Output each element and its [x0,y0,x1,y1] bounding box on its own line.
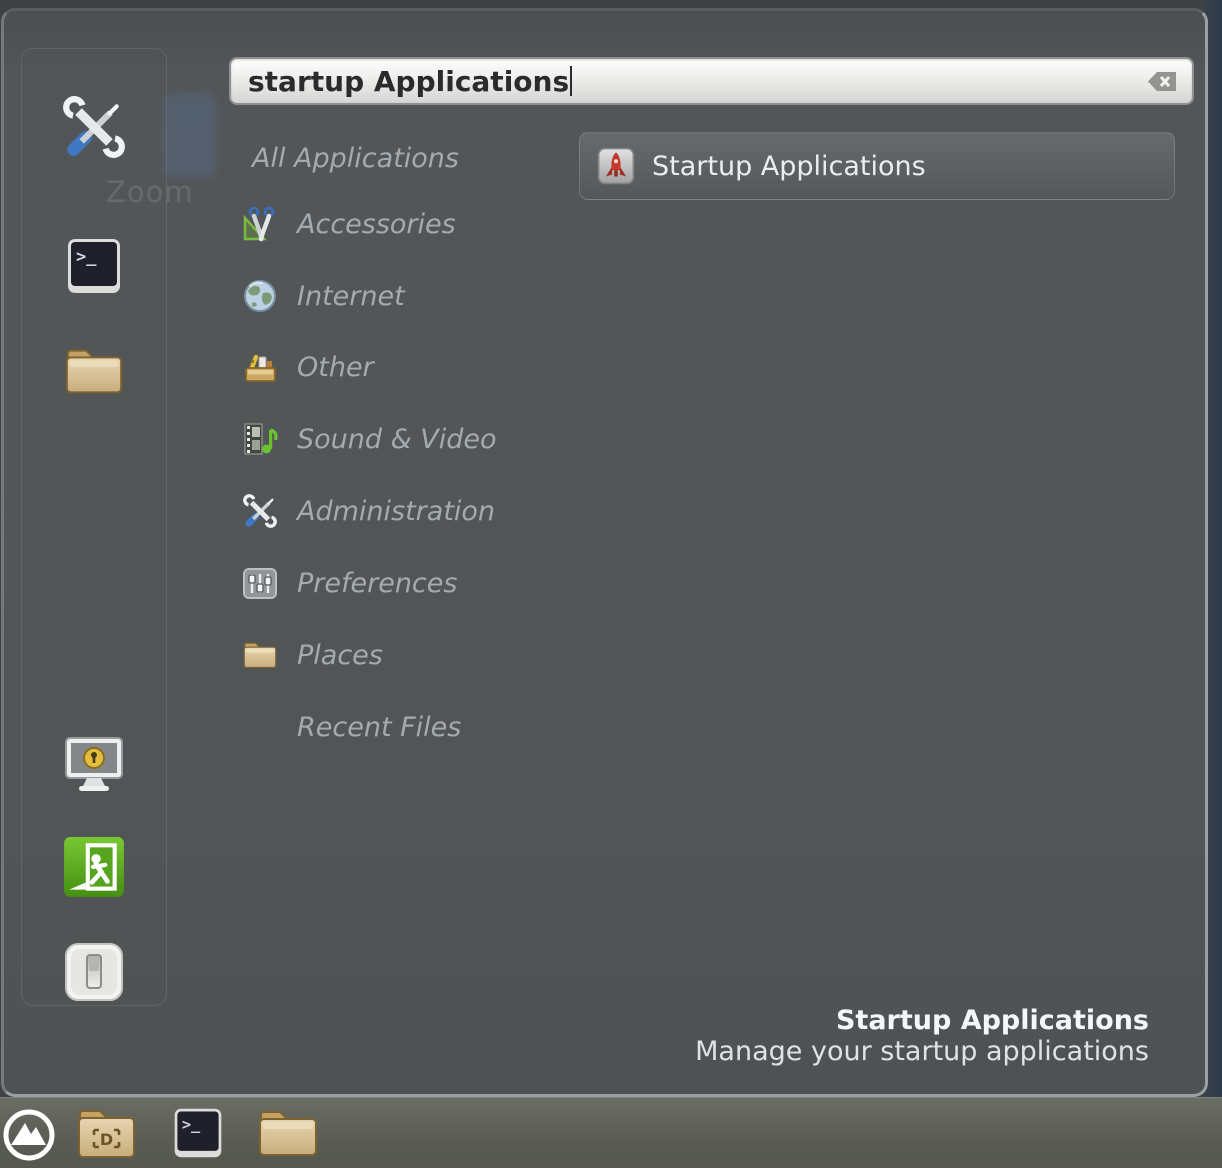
file-manager-button[interactable] [63,344,125,398]
files-button[interactable] [256,1106,320,1160]
logout-button[interactable] [63,836,125,900]
mint-mountain-logo [2,1107,58,1163]
category-sound-video[interactable]: Sound & Video [242,420,496,458]
svg-text:>_: >_ [76,247,97,267]
category-administration[interactable]: Administration [242,492,495,530]
wrench-screwdriver-icon [61,94,127,160]
taskbar: D >_ [0,1097,1222,1168]
terminal-icon: >_ [66,237,122,295]
category-other[interactable]: Other [242,348,374,386]
sliders-icon [242,565,278,601]
lock-screen-button[interactable] [61,734,127,798]
menu-button[interactable] [2,1107,58,1163]
filmstrip-note-icon [242,421,278,457]
selection-info: Startup Applications Manage your startup… [695,1005,1149,1067]
svg-text:>_: >_ [182,1115,201,1133]
mint-menu-panel: Zoom >_ [1,8,1208,1097]
system-tools-button[interactable] [61,94,127,160]
category-accessories[interactable]: Accessories [242,205,456,243]
result-label: Startup Applications [652,151,926,182]
accessories-icon [242,206,278,242]
terminal-button[interactable]: >_ [66,237,122,295]
folder-icon [256,1106,320,1160]
category-places[interactable]: Places [242,636,383,674]
selection-subtitle: Manage your startup applications [695,1036,1149,1067]
lock-screen-icon [61,734,127,798]
favorites-sidebar: >_ [21,48,167,1006]
toolbox-icon [242,349,278,385]
folder-icon [63,344,125,398]
background-window-ghost [164,93,216,177]
wrench-screwdriver-icon [242,493,278,529]
category-internet[interactable]: Internet [242,277,405,315]
folder-icon [242,637,278,673]
terminal-button[interactable]: >_ [171,1107,225,1159]
power-switch-icon [63,941,125,1003]
search-value: startup Applications [248,65,569,98]
globe-icon [242,278,278,314]
svg-text:D: D [100,1130,113,1149]
desktop-folder-icon: D [74,1104,138,1162]
desktop-folder-button[interactable]: D [74,1104,138,1162]
search-input[interactable]: startup Applications [229,57,1194,105]
clear-backspace-icon[interactable] [1147,70,1178,93]
selection-title: Startup Applications [695,1005,1149,1036]
terminal-icon: >_ [171,1107,225,1159]
logout-door-icon [63,836,125,900]
category-recent-files[interactable]: Recent Files [297,708,461,746]
shutdown-button[interactable] [63,941,125,1003]
result-startup-applications[interactable]: Startup Applications [579,132,1175,200]
category-preferences[interactable]: Preferences [242,564,457,602]
rocket-icon [597,147,635,185]
text-caret [570,66,572,96]
category-all-applications[interactable]: All Applications [252,139,459,177]
